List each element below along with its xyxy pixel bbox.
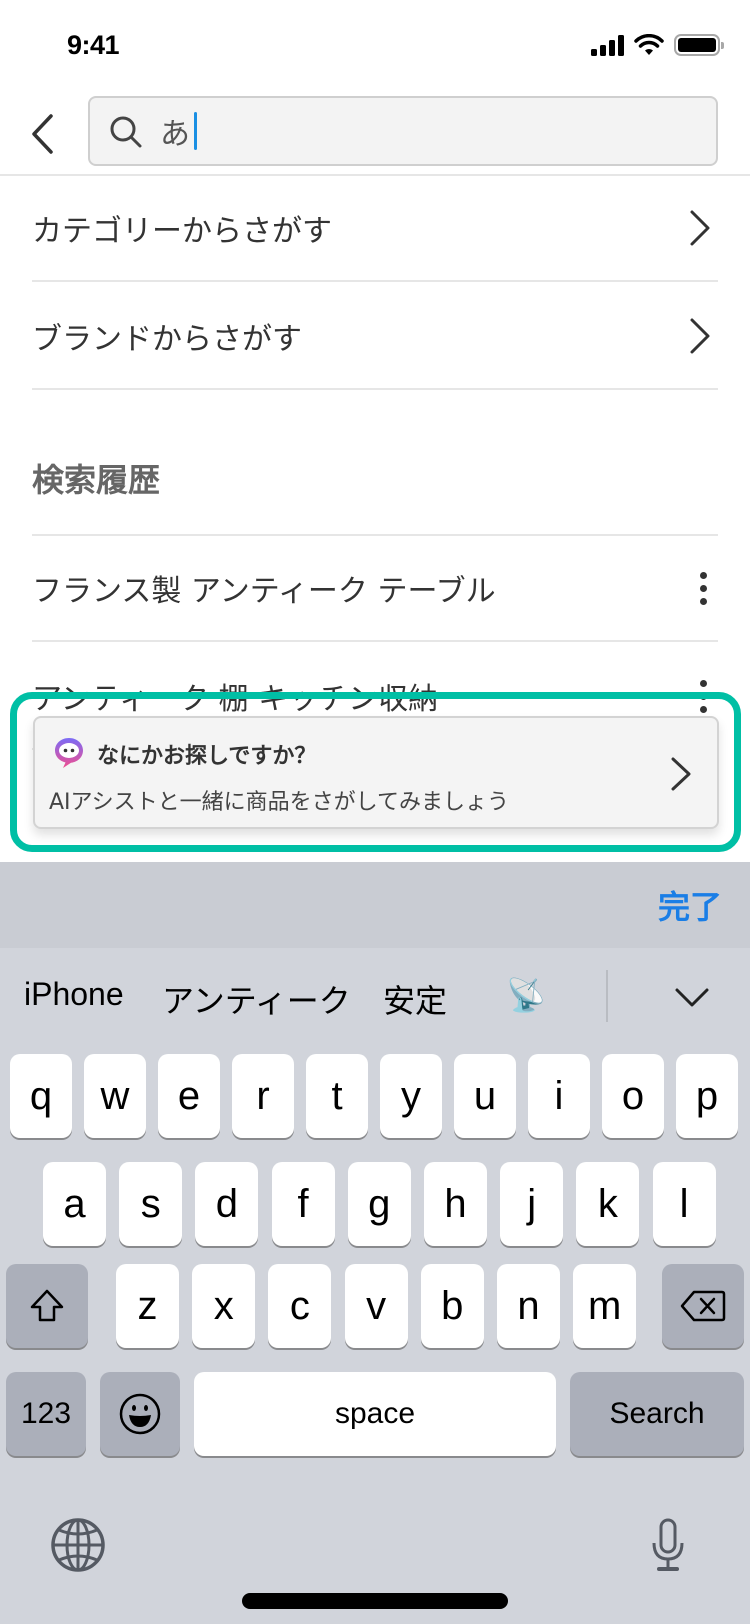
key-h[interactable]: h	[424, 1162, 487, 1246]
magnifier-icon	[110, 116, 142, 148]
key-s[interactable]: s	[119, 1162, 183, 1246]
search-header: あ	[0, 92, 750, 176]
suggestion-emoji-satellite[interactable]: 📡	[506, 976, 546, 1014]
history-item-label[interactable]: アンティーク 棚 キッチン収納	[32, 674, 438, 718]
search-query-text: あ	[160, 117, 190, 152]
more-vertical-icon[interactable]	[688, 676, 718, 716]
status-bar: 9:41	[0, 0, 750, 92]
search-key[interactable]: Search	[570, 1372, 744, 1456]
text-caret	[194, 112, 197, 150]
key-u[interactable]: u	[454, 1054, 516, 1138]
status-icons	[591, 34, 724, 56]
suggest-divider	[606, 970, 608, 1022]
search-history-title: 検索履歴	[32, 461, 161, 499]
predictive-bar: iPhone アンティーク 安定 📡	[0, 948, 750, 1048]
history-item-label[interactable]: フランス製 アンティーク テーブル	[32, 566, 496, 610]
key-r[interactable]: r	[232, 1054, 294, 1138]
key-o[interactable]: o	[602, 1054, 664, 1138]
key-m[interactable]: m	[573, 1264, 637, 1348]
key-e[interactable]: e	[158, 1054, 220, 1138]
key-l[interactable]: l	[652, 1162, 716, 1246]
key-g[interactable]: g	[347, 1162, 411, 1246]
key-f[interactable]: f	[271, 1162, 335, 1246]
suggestion-item[interactable]: 安定	[383, 976, 447, 1022]
microphone-icon[interactable]	[651, 1517, 685, 1573]
keyboard-accessory-bar: 完了	[0, 862, 750, 948]
ai-assist-title: なにかお探しですか？	[97, 744, 317, 769]
done-button[interactable]: 完了	[658, 882, 722, 928]
search-input[interactable]: あ	[88, 96, 718, 166]
chevron-right-icon	[671, 757, 691, 791]
suggestion-item[interactable]: iPhone	[24, 976, 124, 1013]
key-q[interactable]: q	[10, 1054, 72, 1138]
key-k[interactable]: k	[576, 1162, 640, 1246]
more-vertical-icon[interactable]	[688, 568, 718, 608]
key-z[interactable]: z	[116, 1264, 179, 1348]
chevron-left-icon	[32, 114, 53, 154]
ai-chat-bubble-icon	[55, 738, 83, 768]
key-n[interactable]: n	[497, 1264, 560, 1348]
backspace-icon	[680, 1290, 726, 1322]
home-indicator[interactable]	[242, 1593, 508, 1609]
ai-assist-card[interactable]: なにかお探しですか？ AIアシストと一緒に商品をさがしてみましょう	[33, 716, 719, 829]
key-x[interactable]: x	[192, 1264, 256, 1348]
chevron-right-icon	[690, 318, 710, 354]
back-button[interactable]	[20, 110, 64, 158]
browse-by-category-label: カテゴリーからさがす	[32, 214, 332, 249]
globe-icon[interactable]	[50, 1517, 106, 1573]
ai-assist-subtitle: AIアシストと一緒に商品をさがしてみましょう	[49, 790, 509, 815]
key-p[interactable]: p	[676, 1054, 738, 1138]
wifi-icon	[634, 34, 664, 55]
battery-icon	[674, 34, 724, 56]
space-key[interactable]: space	[194, 1372, 556, 1456]
search-input-value[interactable]: あ	[160, 108, 197, 154]
browse-by-brand-row[interactable]: ブランドからさがす	[32, 284, 718, 390]
cellular-signal-icon	[591, 34, 624, 56]
key-j[interactable]: j	[500, 1162, 564, 1246]
key-w[interactable]: w	[84, 1054, 146, 1138]
shift-key[interactable]	[6, 1264, 88, 1348]
key-y[interactable]: y	[380, 1054, 442, 1138]
key-d[interactable]: d	[195, 1162, 259, 1246]
key-a[interactable]: a	[43, 1162, 106, 1246]
browse-by-brand-label: ブランドからさがす	[32, 322, 302, 357]
status-time: 9:41	[67, 30, 120, 60]
key-c[interactable]: c	[268, 1264, 332, 1348]
chevron-right-icon	[690, 210, 710, 246]
key-b[interactable]: b	[420, 1264, 484, 1348]
emoji-key[interactable]	[100, 1372, 180, 1456]
key-t[interactable]: t	[306, 1054, 368, 1138]
keyboard: 完了 iPhone アンティーク 安定 📡 qwertyuiop asdfghjk…	[0, 862, 750, 1624]
numbers-key[interactable]: 123	[6, 1372, 86, 1456]
history-item: フランス製 アンティーク テーブル	[32, 536, 718, 642]
emoji-icon	[119, 1393, 161, 1435]
chevron-down-icon[interactable]	[672, 978, 712, 1018]
browse-by-category-row[interactable]: カテゴリーからさがす	[32, 176, 718, 282]
key-v[interactable]: v	[344, 1264, 408, 1348]
shift-icon	[30, 1289, 64, 1322]
suggestion-item[interactable]: アンティーク	[162, 976, 351, 1022]
key-i[interactable]: i	[528, 1054, 590, 1138]
delete-key[interactable]	[662, 1264, 744, 1348]
